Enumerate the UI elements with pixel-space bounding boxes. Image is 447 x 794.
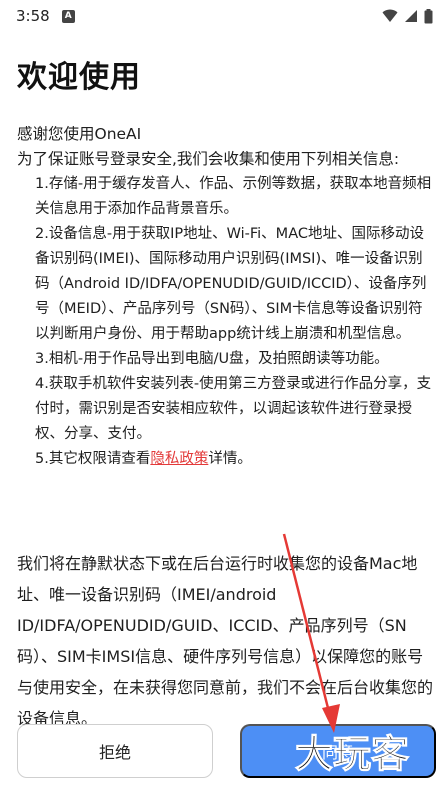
reject-button[interactable]: 拒绝 bbox=[17, 724, 213, 778]
notification-icon: A bbox=[61, 9, 75, 23]
battery-icon bbox=[424, 8, 433, 23]
intro-line-2: 为了保证账号登录安全,我们会收集和使用下列相关信息: bbox=[17, 150, 400, 168]
agree-button[interactable]: 同意 bbox=[240, 724, 436, 778]
privacy-policy-link[interactable]: 隐私政策 bbox=[150, 451, 208, 467]
signal-icon bbox=[405, 10, 417, 22]
permission-item-storage: 1.存储-用于缓存发音人、作品、示例等数据，获取本地音频相关信息用于添加作品背景… bbox=[35, 176, 432, 217]
status-icons bbox=[382, 8, 433, 24]
permission-item-app-list: 4.获取手机软件安装列表-使用第三方登录或进行作品分享，支付时，需识别是否安装相… bbox=[35, 376, 432, 442]
page-title: 欢迎使用 bbox=[17, 60, 141, 95]
wifi-icon bbox=[382, 9, 398, 22]
item5-suffix: 详情。 bbox=[208, 451, 252, 467]
status-bar: 3:58 A bbox=[0, 0, 447, 32]
permissions-content: 感谢您使用OneAI 为了保证账号登录安全,我们会收集和使用下列相关信息: 1.… bbox=[17, 122, 437, 472]
status-time: 3:58 bbox=[16, 7, 50, 25]
permission-item-device-info: 2.设备信息-用于获取IP地址、Wi-Fi、MAC地址、国际移动设备识别码(IM… bbox=[35, 226, 427, 342]
item5-prefix: 5.其它权限请查看 bbox=[35, 451, 151, 467]
intro-line-1: 感谢您使用OneAI bbox=[17, 125, 142, 143]
permission-item-camera: 3.相机-用于作品导出到电脑/U盘，及拍照朗读等功能。 bbox=[35, 351, 389, 367]
permission-item-other: 5.其它权限请查看隐私政策详情。 bbox=[17, 447, 437, 472]
background-collection-notice: 我们将在静默状态下或在后台运行时收集您的设备Mac地址、唯一设备识别码（IMEI… bbox=[17, 554, 434, 728]
